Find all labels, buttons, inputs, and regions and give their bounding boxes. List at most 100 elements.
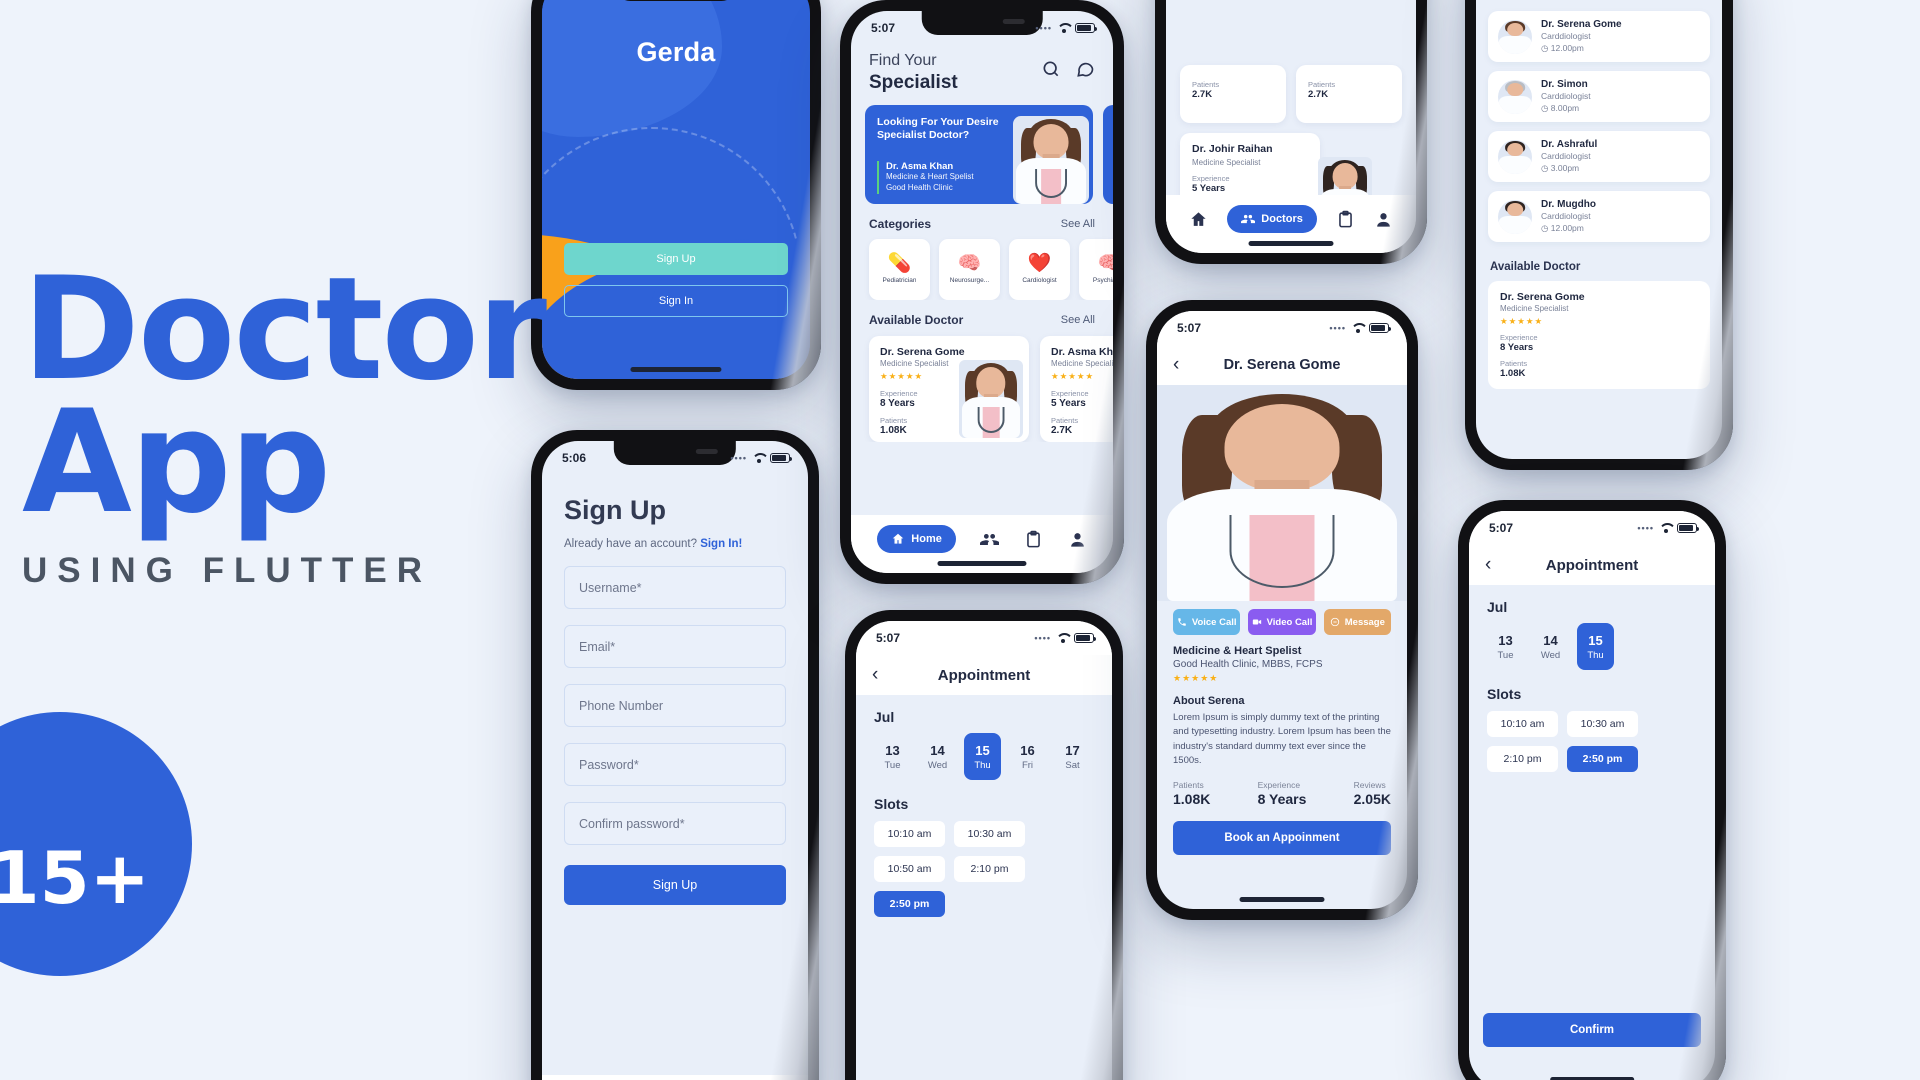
doctor-card[interactable]: Patients 2.7K bbox=[1180, 65, 1286, 123]
category-item[interactable]: 🧠 Neurosurge... bbox=[939, 238, 1000, 300]
time-slot[interactable]: 10:50 am bbox=[874, 856, 945, 882]
list-item[interactable]: Dr. Mugdho Carddiologist ◷ 12.00pm bbox=[1488, 191, 1710, 242]
pill-icon: 💊 bbox=[887, 253, 912, 275]
tab-records-icon[interactable] bbox=[1336, 210, 1355, 229]
signup-form: Sign Up Already have an account? Sign In… bbox=[542, 475, 808, 905]
splash-signup-button[interactable]: Sign Up bbox=[564, 243, 788, 275]
date-chip[interactable]: 14 Wed bbox=[919, 733, 956, 780]
category-item[interactable]: ❤️ Cardiologist bbox=[1009, 238, 1070, 300]
battery-icon bbox=[1074, 633, 1096, 643]
available-label: Available Doctor bbox=[869, 312, 964, 327]
month-label: Jul bbox=[874, 709, 895, 725]
list-item[interactable]: Dr. Simon Carddiologist ◷ 8.00pm bbox=[1488, 71, 1710, 122]
signup-title: Sign Up bbox=[564, 495, 666, 525]
confirm-button[interactable]: Confirm bbox=[1483, 1013, 1701, 1047]
signal-icon: •••• bbox=[1637, 523, 1654, 533]
doctor-card[interactable]: Patients 2.7K bbox=[1296, 65, 1402, 123]
avatar bbox=[1498, 199, 1532, 234]
category-item[interactable]: 💊 Pediatrician bbox=[869, 238, 930, 300]
signup-account-prompt: Already have an account? Sign In! bbox=[564, 538, 786, 550]
promo-banner[interactable]: Looking For Your Desire Specialist Docto… bbox=[865, 104, 1093, 204]
date-chip[interactable]: 16 Fri bbox=[1009, 733, 1046, 780]
promo-banner-carousel[interactable]: Looking For Your Desire Specialist Docto… bbox=[851, 95, 1113, 204]
home-indicator bbox=[1239, 897, 1325, 902]
phone-field[interactable]: Phone Number bbox=[564, 684, 786, 727]
confirm-password-field[interactable]: Confirm password* bbox=[564, 802, 786, 845]
list-item[interactable]: Dr. Serena Gome Carddiologist ◷ 12.00pm bbox=[1488, 11, 1710, 62]
signal-icon: •••• bbox=[730, 453, 747, 463]
available-doctor-header: Available Doctor bbox=[1490, 261, 1581, 273]
available-see-all[interactable]: See All bbox=[1061, 314, 1095, 326]
doctor-name: Dr. Johir Raihan bbox=[1192, 143, 1273, 155]
email-field[interactable]: Email* bbox=[564, 625, 786, 668]
doctor-card[interactable]: Dr. Serena Gome Medicine Specialist ★★★★… bbox=[869, 335, 1029, 442]
time-slot[interactable]: 10:10 am bbox=[1487, 711, 1558, 737]
doctor-spec: Medicine Specialist bbox=[1192, 158, 1261, 168]
slots-grid[interactable]: 10:10 am 10:30 am 2:10 pm 2:50 pm bbox=[1469, 702, 1715, 772]
tab-home[interactable]: Home bbox=[877, 525, 956, 553]
date-chip[interactable]: 17 Sat bbox=[1054, 733, 1091, 780]
date-chip[interactable]: 14 Wed bbox=[1532, 623, 1569, 670]
search-icon[interactable] bbox=[1041, 59, 1061, 79]
date-picker[interactable]: 13 Tue 14 Wed 15 Thu bbox=[1469, 615, 1715, 670]
tab-records-icon[interactable] bbox=[1024, 530, 1043, 549]
screens-count-badge: 15+ bbox=[0, 712, 192, 976]
date-picker[interactable]: 13 Tue 14 Wed 15 Thu 16 Fri 17 Sat bbox=[856, 725, 1112, 780]
available-doctors-row[interactable]: Dr. Serena Gome Medicine Specialist ★★★★… bbox=[851, 327, 1113, 442]
appointment-navbar: ‹ Appointment bbox=[1469, 545, 1715, 585]
slots-grid[interactable]: 10:10 am 10:30 am 10:50 am 2:10 pm 2:50 … bbox=[856, 812, 1112, 917]
signin-link[interactable]: Sign In! bbox=[700, 538, 742, 550]
time-slot[interactable]: 2:10 pm bbox=[954, 856, 1025, 882]
battery-icon bbox=[1677, 523, 1699, 533]
time-slot[interactable]: 10:30 am bbox=[1567, 711, 1638, 737]
experience-label: Experience bbox=[1192, 173, 1230, 183]
patients-value: 2.7K bbox=[1308, 89, 1329, 100]
doctor-card[interactable]: Dr. Serena Gome Medicine Specialist ★★★★… bbox=[1488, 281, 1710, 389]
tab-profile-icon[interactable] bbox=[1068, 530, 1087, 549]
tab-doctors-icon[interactable] bbox=[980, 530, 1000, 549]
status-time: 5:07 bbox=[876, 631, 901, 645]
tab-doctors[interactable]: Doctors bbox=[1227, 205, 1317, 233]
password-field[interactable]: Password* bbox=[564, 743, 786, 786]
chat-icon[interactable] bbox=[1075, 59, 1095, 79]
doctor-spec: Carddiologist bbox=[1541, 211, 1591, 221]
doctor-card[interactable]: Dr. Asma Khan Medicine Specialist ★★★★★ … bbox=[1040, 335, 1113, 442]
categories-row[interactable]: 💊 Pediatrician 🧠 Neurosurge... ❤️ Cardio… bbox=[851, 231, 1113, 300]
date-chip[interactable]: 13 Tue bbox=[1487, 623, 1524, 670]
voice-call-button[interactable]: Voice Call bbox=[1173, 609, 1241, 635]
promo-banner[interactable]: Looking For Your Desire Specialist Docto… bbox=[1103, 104, 1113, 204]
splash-signin-button[interactable]: Sign In bbox=[564, 285, 788, 317]
doctors-list-screen: Patients 2.7K Patients 2.7K Dr. Johir Ra… bbox=[1166, 0, 1416, 253]
time-slot[interactable]: 10:30 am bbox=[954, 821, 1025, 847]
time-slot[interactable]: 10:10 am bbox=[874, 821, 945, 847]
wifi-icon bbox=[1057, 23, 1070, 33]
notch bbox=[614, 0, 738, 1]
phone-appointment: 5:07 •••• ‹ Appointment Jul 13 Tue 14 Wed … bbox=[845, 610, 1123, 1080]
rating-stars: ★★★★★ bbox=[1173, 673, 1219, 683]
date-chip-selected[interactable]: 15 Thu bbox=[1577, 623, 1614, 670]
date-chip-selected[interactable]: 15 Thu bbox=[964, 733, 1001, 780]
list-item[interactable]: Dr. Ashraful Carddiologist ◷ 3.00pm bbox=[1488, 131, 1710, 182]
message-button[interactable]: Message bbox=[1323, 609, 1391, 635]
doctor-name: Dr. Mugdho bbox=[1541, 199, 1596, 210]
doctor-name: Dr. Serena Gome bbox=[1541, 19, 1622, 30]
doctor-spec: Medicine Specialist bbox=[1500, 304, 1569, 313]
time-slot-selected[interactable]: 2:50 pm bbox=[874, 891, 945, 917]
appointment-navbar: ‹ Appointment bbox=[856, 655, 1112, 695]
categories-see-all[interactable]: See All bbox=[1061, 218, 1095, 230]
status-time: 5:07 bbox=[1177, 321, 1202, 335]
home-indicator bbox=[1248, 241, 1334, 246]
video-icon bbox=[1252, 619, 1261, 625]
category-item[interactable]: 🧠 Psychiatrist bbox=[1079, 238, 1113, 300]
book-appointment-button[interactable]: Book an Appoinment bbox=[1173, 821, 1391, 855]
video-call-button[interactable]: Video Call bbox=[1248, 609, 1316, 635]
tab-home-icon[interactable] bbox=[1189, 210, 1208, 229]
time-slot-selected[interactable]: 2:50 pm bbox=[1567, 746, 1638, 772]
contact-actions[interactable]: Voice Call Video Call Message bbox=[1157, 601, 1407, 635]
date-chip[interactable]: 13 Tue bbox=[874, 733, 911, 780]
time-slot[interactable]: 2:10 pm bbox=[1487, 746, 1558, 772]
available-section-header: Available Doctor See All bbox=[851, 300, 1113, 327]
signup-submit-button[interactable]: Sign Up bbox=[564, 865, 786, 905]
username-field[interactable]: Username* bbox=[564, 566, 786, 609]
tab-profile-icon[interactable] bbox=[1374, 210, 1393, 229]
